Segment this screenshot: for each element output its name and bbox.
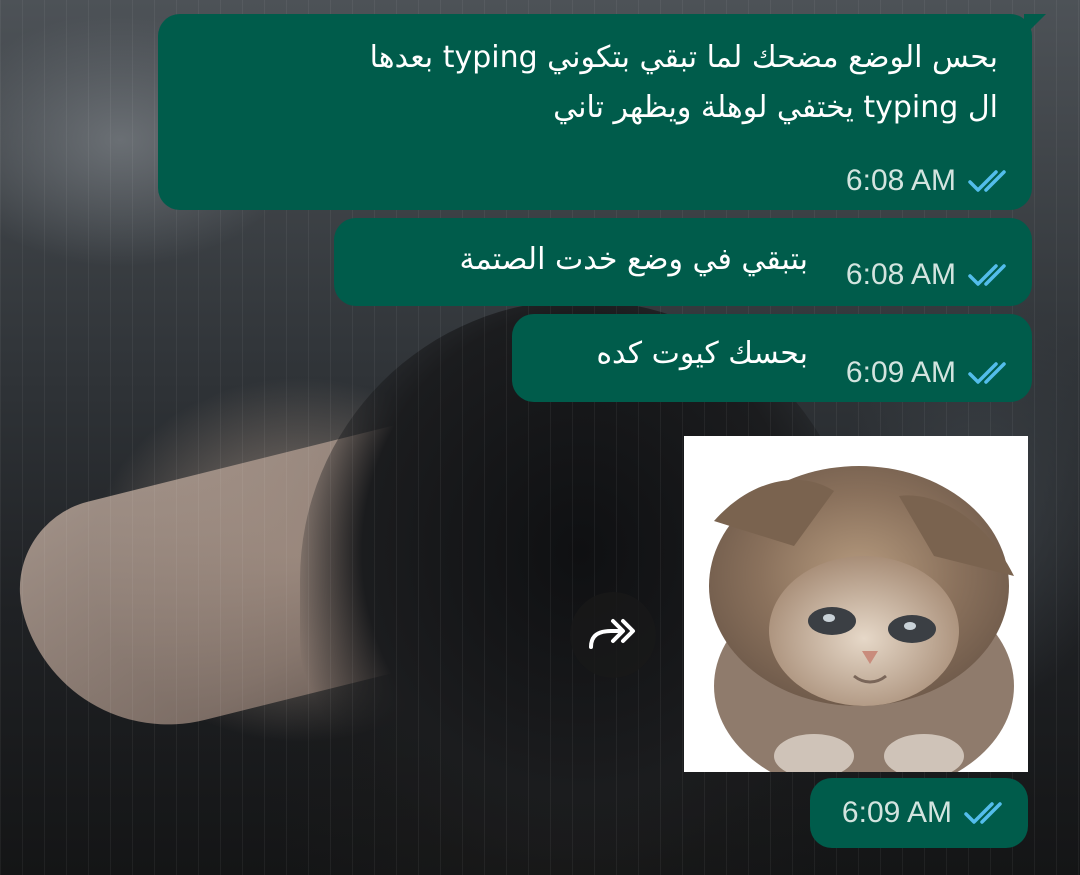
- double-check-icon: [966, 262, 1010, 288]
- message-bubble-3[interactable]: بحسك كيوت كده 6:09 AM: [512, 314, 1032, 402]
- message-bubble-1[interactable]: بحس الوضع مضحك لما تبقي بتكوني typing بع…: [158, 14, 1046, 210]
- kitten-photo: [684, 436, 1028, 772]
- double-check-icon: [966, 168, 1010, 194]
- message-meta: 6:08 AM: [846, 164, 1010, 198]
- message-bubble-2[interactable]: بتبقي في وضع خدت الصتمة 6:08 AM: [334, 218, 1032, 306]
- forward-button[interactable]: [570, 592, 656, 678]
- message-text-line-1: بحس الوضع مضحك لما تبقي بتكوني typing بع…: [369, 40, 998, 75]
- message-meta: 6:08 AM: [846, 258, 1010, 292]
- image-message-meta-bubble: 6:09 AM: [810, 778, 1028, 848]
- message-meta: 6:09 AM: [842, 796, 1006, 830]
- double-check-icon: [966, 360, 1010, 386]
- message-time: 6:09 AM: [845, 356, 956, 389]
- message-text: بحسك كيوت كده: [596, 336, 808, 371]
- message-text: بتبقي في وضع خدت الصتمة: [459, 242, 808, 277]
- forward-icon: [585, 613, 641, 657]
- message-text-line-2: ال typing يختفي لوهلة ويظهر تاني: [553, 90, 998, 125]
- bubble-tail: [1024, 14, 1046, 36]
- message-time: 6:08 AM: [845, 258, 956, 291]
- double-check-icon: [962, 800, 1006, 826]
- message-time: 6:08 AM: [845, 164, 956, 197]
- message-time: 6:09 AM: [841, 796, 952, 829]
- message-meta: 6:09 AM: [846, 356, 1010, 390]
- image-message[interactable]: [684, 436, 1028, 772]
